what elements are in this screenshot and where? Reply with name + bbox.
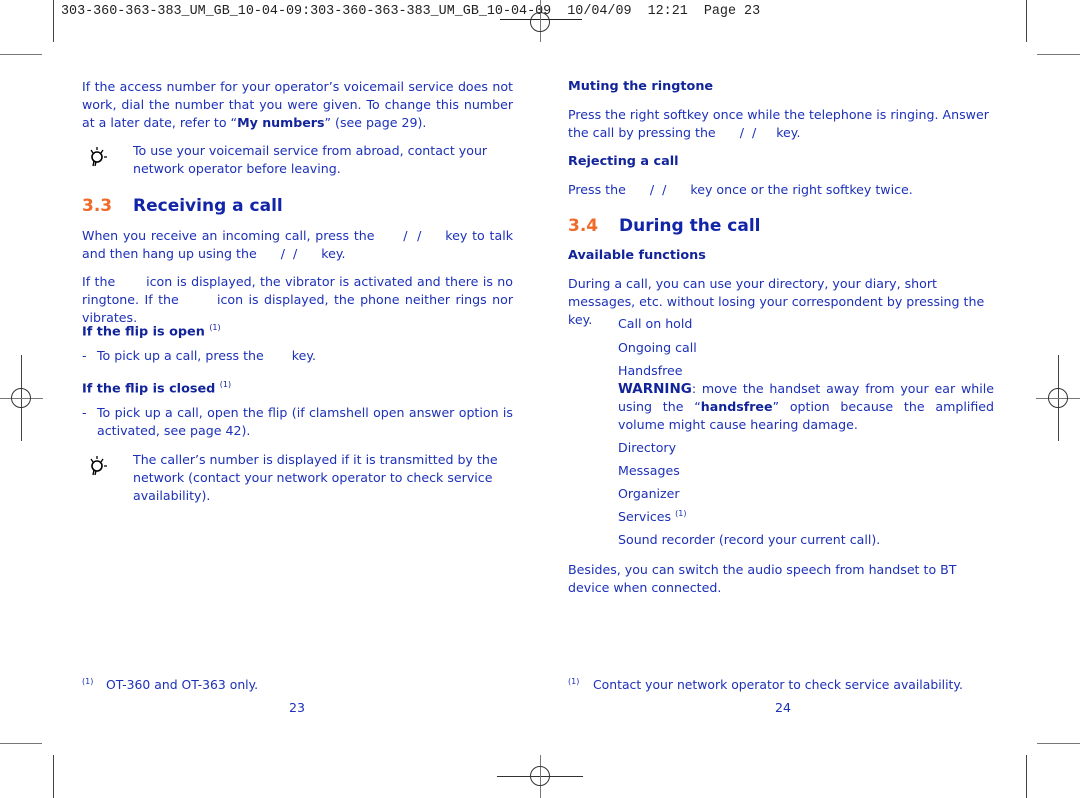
registration-mark (530, 766, 550, 786)
besides-text: Besides, you can switch the audio speech… (568, 562, 957, 595)
tip-voicemail-abroad: To use your voicemail service from abroa… (133, 143, 488, 176)
receiving-paragraph: When you receive an incoming call, press… (82, 228, 518, 261)
footnote-left: (1) OT-360 and OT-363 only. (82, 677, 259, 693)
registration-mark (1048, 388, 1068, 408)
page-number-right: 24 (775, 700, 792, 715)
registration-mark (530, 12, 550, 32)
section-heading-during: 3.4 During the call (568, 215, 1000, 237)
function-organizer: Organizer (618, 486, 680, 501)
lightbulb-tip-icon (90, 147, 107, 167)
flip-open-heading: If the flip is open (1) (82, 323, 221, 340)
section-number: 3.4 (568, 216, 599, 236)
function-sound-recorder: Sound recorder (record your current call… (618, 532, 881, 547)
registration-mark (11, 388, 31, 408)
lightbulb-tip-icon (90, 456, 107, 476)
flip-closed-heading: If the flip is closed (1) (82, 380, 232, 397)
function-call-on-hold: Call on hold (618, 316, 693, 331)
print-slug: 303-360-363-383_UM_GB_10-04-09:303-360-3… (61, 4, 761, 19)
function-handsfree: Handsfree (618, 363, 683, 378)
function-ongoing-call: Ongoing call (618, 340, 697, 355)
my-numbers-ref: My numbers (237, 115, 325, 130)
voicemail-intro: If the access number for your operator’s… (82, 79, 513, 130)
rejecting-text: Press the / / key once or the right soft… (568, 182, 913, 197)
function-messages: Messages (618, 463, 680, 478)
flip-open-bullet: - To pick up a call, press the key. (82, 348, 317, 363)
warning-label: WARNING (618, 381, 692, 397)
function-services: Services (1) (618, 509, 687, 525)
flip-closed-bullet: - To pick up a call, open the flip (if c… (82, 405, 513, 438)
section-title: Receiving a call (133, 196, 283, 216)
muting-text: Press the right softkey once while the t… (568, 107, 993, 140)
crop-mark (0, 54, 42, 55)
crop-mark (53, 755, 54, 798)
crop-mark (1037, 54, 1080, 55)
section-number: 3.3 (82, 196, 113, 216)
crop-mark (1026, 755, 1027, 798)
tip-caller-number: The caller’s number is displayed if it i… (133, 452, 498, 503)
footnote-right: (1) Contact your network operator to chec… (568, 677, 963, 693)
page-number-left: 23 (289, 700, 306, 715)
muting-heading: Muting the ringtone (568, 79, 714, 94)
crop-mark (1037, 743, 1080, 744)
function-directory: Directory (618, 440, 677, 455)
crop-mark (1026, 0, 1027, 42)
section-title: During the call (619, 216, 761, 236)
rejecting-heading: Rejecting a call (568, 154, 679, 169)
crop-mark (0, 743, 42, 744)
available-heading: Available functions (568, 248, 706, 263)
handsfree-warning: WARNING: move the handset away from your… (618, 381, 995, 432)
section-heading-receiving: 3.3 Receiving a call (82, 195, 513, 217)
crop-mark (53, 0, 54, 42)
